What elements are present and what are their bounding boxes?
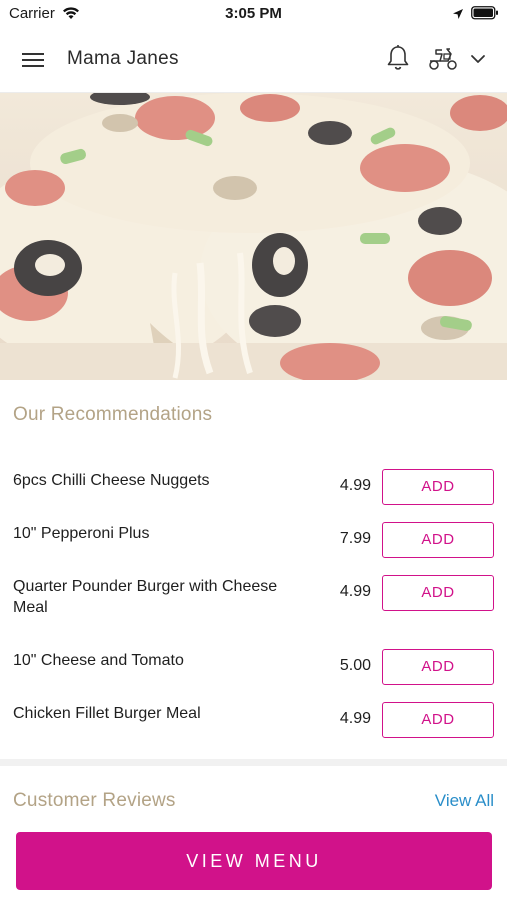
restaurant-title: Mama Janes bbox=[67, 48, 179, 69]
location-arrow-icon bbox=[452, 7, 464, 24]
menu-item-price: 5.00 bbox=[339, 657, 371, 674]
add-button[interactable]: ADD bbox=[382, 649, 494, 685]
hero-pizza-image bbox=[0, 93, 507, 380]
menu-item-price: 4.99 bbox=[339, 710, 371, 727]
chevron-down-icon[interactable] bbox=[470, 52, 486, 70]
app-header: Mama Janes bbox=[0, 28, 507, 93]
menu-item-name: Quarter Pounder Burger with Cheese Meal bbox=[13, 578, 278, 616]
menu-item-name: 10" Cheese and Tomato bbox=[13, 652, 184, 669]
section-divider bbox=[0, 759, 507, 766]
add-button[interactable]: ADD bbox=[382, 522, 494, 558]
add-button[interactable]: ADD bbox=[382, 575, 494, 611]
menu-item-price: 4.99 bbox=[339, 583, 371, 600]
menu-item-name: 10" Pepperoni Plus bbox=[13, 525, 150, 542]
bell-icon[interactable] bbox=[385, 44, 411, 77]
scooter-icon[interactable] bbox=[427, 46, 459, 77]
battery-icon bbox=[471, 6, 499, 24]
view-menu-button[interactable]: VIEW MENU bbox=[16, 832, 492, 890]
add-button[interactable]: ADD bbox=[382, 702, 494, 738]
add-button[interactable]: ADD bbox=[382, 469, 494, 505]
status-bar: Carrier 3:05 PM bbox=[0, 0, 507, 28]
status-time: 3:05 PM bbox=[225, 5, 282, 22]
hamburger-menu-icon[interactable] bbox=[22, 50, 46, 70]
menu-item-price: 7.99 bbox=[339, 530, 371, 547]
view-all-link[interactable]: View All bbox=[435, 791, 494, 811]
reviews-title: Customer Reviews bbox=[13, 790, 176, 811]
recommendations-title: Our Recommendations bbox=[13, 404, 213, 425]
menu-item-name: 6pcs Chilli Cheese Nuggets bbox=[13, 472, 210, 489]
menu-item-price: 4.99 bbox=[339, 477, 371, 494]
menu-item-name: Chicken Fillet Burger Meal bbox=[13, 705, 201, 722]
